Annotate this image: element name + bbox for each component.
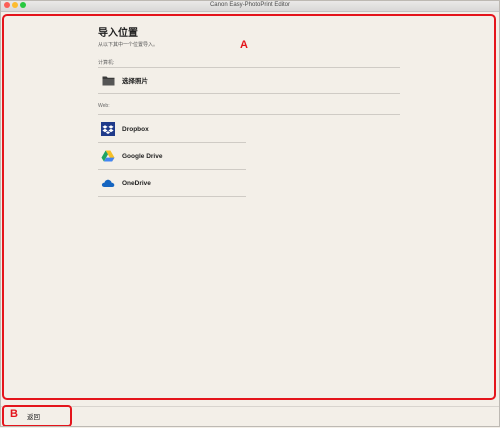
computer-section-label: 计算机: bbox=[98, 60, 115, 66]
annotation-label-a: A bbox=[240, 39, 248, 51]
divider bbox=[98, 93, 400, 94]
dropbox-label: Dropbox bbox=[122, 125, 149, 133]
window-title: Canon Easy-PhotoPrint Editor bbox=[209, 2, 291, 8]
divider bbox=[98, 169, 246, 170]
select-photos-item[interactable]: 选择照片 bbox=[98, 68, 400, 92]
google-drive-label: Google Drive bbox=[122, 152, 163, 160]
page-title: 导入位置 bbox=[98, 28, 138, 39]
web-section-label: Web: bbox=[98, 103, 110, 109]
select-photos-label: 选择照片 bbox=[122, 78, 148, 85]
divider bbox=[98, 114, 400, 115]
dropbox-icon bbox=[101, 122, 115, 136]
divider bbox=[98, 142, 246, 143]
title-bar: Canon Easy-PhotoPrint Editor bbox=[0, 0, 500, 12]
onedrive-label: OneDrive bbox=[122, 179, 151, 187]
footer-bar bbox=[0, 406, 500, 428]
google-drive-icon bbox=[101, 149, 115, 163]
divider bbox=[98, 196, 246, 197]
page-subtitle: 从以下其中一个位置导入。 bbox=[98, 42, 159, 48]
back-button[interactable]: 返回 bbox=[27, 411, 40, 421]
dropbox-item[interactable]: Dropbox bbox=[98, 117, 246, 141]
annotation-label-b: B bbox=[10, 408, 18, 420]
folder-icon bbox=[101, 73, 115, 87]
onedrive-item[interactable]: OneDrive bbox=[98, 171, 246, 195]
google-drive-item[interactable]: Google Drive bbox=[98, 144, 246, 168]
onedrive-icon bbox=[101, 176, 115, 190]
